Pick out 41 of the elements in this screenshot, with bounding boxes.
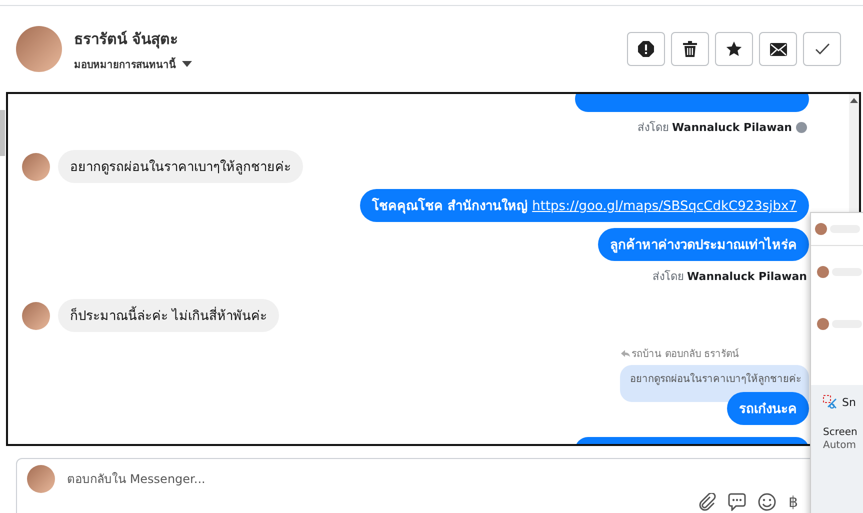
avatar (817, 266, 829, 278)
mail-button[interactable] (759, 32, 797, 66)
message-bubble: รถเก๋งนะค (727, 392, 809, 425)
assign-dropdown[interactable]: มอบหมายการสนทนานี้ (74, 56, 192, 72)
star-button[interactable] (715, 32, 753, 66)
app-name: Sn (842, 396, 856, 408)
message-bubble: อยากดูรถผ่อนในราคาเบาๆให้ลูกชายค่ะ (58, 150, 303, 183)
notification-body: Autom (823, 440, 857, 451)
scrollbar-thumb[interactable] (0, 110, 5, 156)
avatar (815, 223, 827, 235)
contact-name: ธรารัตน์ จันสุตะ (74, 28, 180, 50)
avatar (22, 152, 50, 180)
message-bubble: โชคคุณโชค สำนักงานใหญ่ https://goo.gl/maps/SBSqcCdkC923sjbx7 (360, 189, 809, 222)
avatar (22, 302, 50, 330)
envelope-icon (770, 42, 786, 56)
saved-reply-button[interactable] (728, 493, 746, 511)
attach-button[interactable] (698, 493, 716, 511)
check-icon (814, 43, 830, 55)
sent-by-text: ส่งโดย Wannaluck Pilawan (638, 120, 792, 136)
message-bubble: ลูกค้าหาค่างวดประมาณเท่าไหร่ค (598, 228, 809, 261)
currency-button[interactable]: ฿ (788, 494, 798, 510)
reply-icon (620, 350, 630, 357)
emoji-button[interactable] (758, 493, 776, 511)
sent-by-text: ส่งโดย Wannaluck Pilawan (652, 269, 807, 285)
report-button[interactable] (627, 32, 665, 66)
profile-photo (16, 26, 62, 72)
avatar (817, 318, 829, 330)
page-avatar (27, 465, 55, 493)
notification-title: Screen (823, 427, 858, 438)
delete-button[interactable] (671, 32, 709, 66)
quoted-message: อยากดูรถผ่อนในราคาเบาๆให้ลูกชายค่ะ (620, 365, 809, 402)
paperclip-icon (698, 493, 716, 511)
alert-icon (638, 41, 654, 57)
trash-icon (683, 41, 697, 57)
map-link[interactable]: https://goo.gl/maps/SBSqcCdkC923sjbx7 (532, 199, 797, 214)
notification-card[interactable]: Sn Screen Autom (811, 385, 863, 513)
smiley-icon (758, 493, 776, 511)
chat-bubble-icon (728, 493, 746, 511)
star-icon (726, 41, 742, 57)
message-bubble: ก็ประมาณนี้ล่ะค่ะ ไม่เกินสี่ห้าพันค่ะ (58, 299, 280, 332)
reply-label: รถบ้าน ตอบกลับ ธรารัตน์ (632, 347, 739, 361)
